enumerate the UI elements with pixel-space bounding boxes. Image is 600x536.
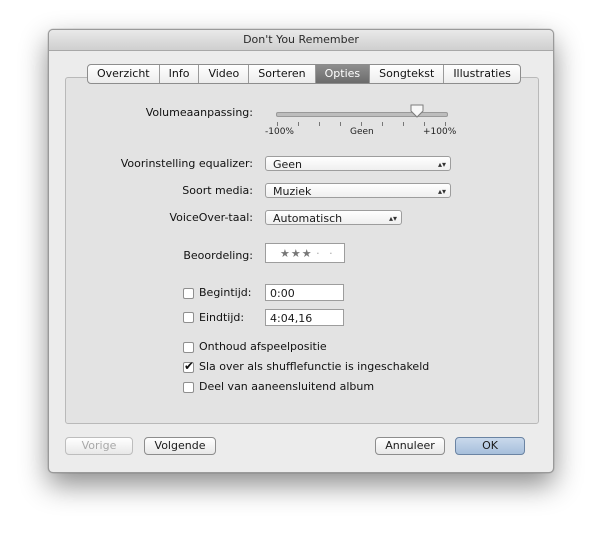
start-time-input[interactable]: 0:00	[265, 284, 344, 301]
skip-shuffle-label: Sla over als shufflefunctie is ingeschak…	[199, 360, 430, 373]
tab-sorteren[interactable]: Sorteren	[248, 65, 314, 83]
media-kind-value: Muziek	[273, 185, 312, 198]
previous-button[interactable]: Vorige	[65, 437, 133, 455]
volume-tick	[424, 122, 425, 126]
volume-tick	[361, 122, 362, 126]
checkmark-icon: ✔	[184, 359, 195, 373]
tab-info[interactable]: Info	[158, 65, 199, 83]
volume-tick	[319, 122, 320, 126]
voiceover-value: Automatisch	[273, 212, 343, 225]
remember-position-checkbox[interactable]	[183, 342, 194, 353]
tab-songtekst[interactable]: Songtekst	[369, 65, 443, 83]
volume-min-label: -100%	[265, 127, 294, 137]
skip-shuffle-checkbox[interactable]: ✔	[183, 359, 195, 373]
volume-slider-thumb[interactable]	[410, 104, 424, 118]
stop-time-input[interactable]: 4:04,16	[265, 309, 344, 326]
tab-illustraties[interactable]: Illustraties	[443, 65, 520, 83]
rating-field[interactable]: ★★★ · ·	[265, 243, 345, 263]
voiceover-popup[interactable]: Automatisch ▴▾	[265, 210, 402, 225]
volume-tick	[445, 122, 446, 126]
volume-tick	[382, 122, 383, 126]
volume-tick	[340, 122, 341, 126]
equalizer-popup[interactable]: Geen ▴▾	[265, 156, 451, 171]
star-rating-icon: ★★★	[280, 247, 313, 260]
dialog-window: Don't You Remember Overzicht Info Video …	[48, 29, 554, 473]
equalizer-value: Geen	[273, 158, 303, 171]
volume-tick	[403, 122, 404, 126]
empty-star-dots: · ·	[316, 247, 336, 260]
updown-arrows-icon: ▴▾	[437, 187, 446, 196]
media-kind-popup[interactable]: Muziek ▴▾	[265, 183, 451, 198]
tab-bar: Overzicht Info Video Sorteren Opties Son…	[87, 64, 521, 84]
gapless-album-label: Deel van aaneensluitend album	[199, 380, 375, 393]
media-kind-label: Soort media:	[182, 184, 253, 197]
remember-position-label: Onthoud afspeelpositie	[199, 340, 327, 353]
stop-time-label: Eindtijd:	[199, 311, 245, 324]
start-time-checkbox[interactable]	[183, 288, 194, 299]
voiceover-label: VoiceOver-taal:	[169, 211, 253, 224]
volume-mid-label: Geen	[350, 127, 374, 137]
volume-tick	[277, 122, 278, 126]
start-time-label: Begintijd:	[199, 286, 252, 299]
tab-opties[interactable]: Opties	[314, 65, 370, 83]
stop-time-checkbox[interactable]	[183, 312, 194, 323]
volume-max-label: +100%	[423, 127, 457, 137]
next-button[interactable]: Volgende	[144, 437, 216, 455]
volume-tick	[298, 122, 299, 126]
window-title: Don't You Remember	[49, 30, 553, 51]
cancel-button[interactable]: Annuleer	[375, 437, 445, 455]
rating-label: Beoordeling:	[183, 249, 253, 262]
equalizer-label: Voorinstelling equalizer:	[120, 157, 253, 170]
ok-button[interactable]: OK	[455, 437, 525, 455]
gapless-album-checkbox[interactable]	[183, 382, 194, 393]
updown-arrows-icon: ▴▾	[437, 160, 446, 169]
tab-video[interactable]: Video	[198, 65, 248, 83]
tab-overzicht[interactable]: Overzicht	[88, 65, 159, 83]
updown-arrows-icon: ▴▾	[388, 214, 397, 223]
volume-label: Volumeaanpassing:	[145, 106, 253, 119]
